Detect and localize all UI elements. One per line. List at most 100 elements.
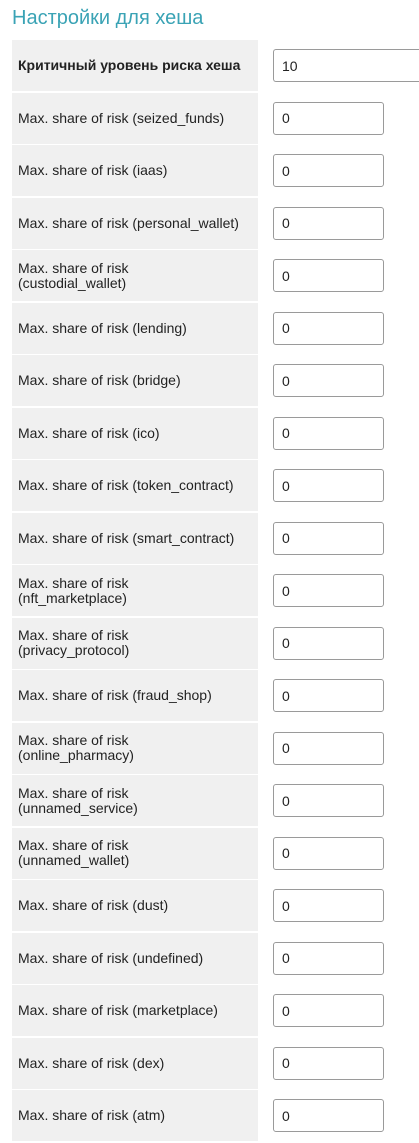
setting-label-text: Max. share of risk (bridge) bbox=[18, 373, 181, 388]
setting-label-line: Max. share of risk (atm) bbox=[18, 1107, 166, 1123]
setting-label: Max. share of risk (marketplace) bbox=[12, 985, 259, 1036]
setting-label-line: Критичный уровень риска хеша bbox=[18, 57, 241, 73]
setting-label-line: Max. share of risk (bridge) bbox=[18, 372, 181, 388]
setting-label-line: Max. share of risk (dust) bbox=[18, 897, 169, 913]
max-share-risk-input[interactable] bbox=[273, 626, 384, 660]
setting-value-cell bbox=[259, 1037, 419, 1089]
setting-label-text: Max. share of risk (unnamed_wallet) bbox=[18, 838, 129, 868]
settings-row: Max. share of risk (custodial_wallet) bbox=[12, 250, 419, 301]
setting-label: Max. share of risk (atm) bbox=[12, 1090, 259, 1141]
setting-label: Max. share of risk (nft_marketplace) bbox=[12, 565, 259, 616]
setting-label-text: Max. share of risk (smart_contract) bbox=[18, 529, 235, 546]
setting-label: Max. share of risk (undefined) bbox=[12, 932, 259, 984]
setting-label-text: Max. share of risk (atm) bbox=[18, 1108, 165, 1123]
setting-label: Max. share of risk (online_pharmacy) bbox=[12, 722, 259, 774]
max-share-risk-input[interactable] bbox=[273, 889, 384, 922]
setting-label-line: Max. share of risk (marketplace) bbox=[18, 1002, 218, 1018]
setting-label-line: Max. share of risk (lending) bbox=[18, 319, 187, 336]
setting-label: Max. share of risk (unnamed_wallet) bbox=[12, 827, 259, 879]
setting-label-line: Max. share of risk (smart_contract) bbox=[18, 529, 235, 546]
setting-label-line: Max. share of risk bbox=[18, 837, 129, 853]
setting-label-text: Max. share of risk (personal_wallet) bbox=[18, 214, 239, 231]
max-share-risk-input[interactable] bbox=[273, 731, 384, 765]
setting-label-text: Max. share of risk (marketplace) bbox=[18, 1003, 218, 1018]
setting-label-text: Max. share of risk (dex) bbox=[18, 1055, 164, 1071]
setting-label-line: Max. share of risk (fraud_shop) bbox=[18, 687, 212, 703]
setting-label-line: Max. share of risk (iaas) bbox=[18, 162, 168, 178]
max-share-risk-input[interactable] bbox=[273, 836, 384, 870]
setting-value-cell bbox=[259, 40, 419, 91]
max-share-risk-input[interactable] bbox=[273, 416, 384, 450]
setting-value-cell bbox=[259, 197, 419, 249]
setting-label-line: (nft_marketplace) bbox=[18, 589, 127, 606]
settings-row: Max. share of risk (bridge) bbox=[12, 355, 419, 406]
max-share-risk-input[interactable] bbox=[273, 574, 384, 607]
setting-label-line: Max. share of risk (personal_wallet) bbox=[18, 214, 239, 231]
setting-label-line: Max. share of risk bbox=[18, 259, 129, 276]
setting-value-cell bbox=[259, 617, 419, 669]
setting-value-cell bbox=[259, 92, 419, 144]
max-share-risk-input[interactable] bbox=[273, 311, 384, 345]
setting-label-line: Max. share of risk bbox=[18, 627, 129, 643]
max-share-risk-input[interactable] bbox=[273, 941, 384, 975]
max-share-risk-input[interactable] bbox=[273, 364, 384, 397]
settings-row: Max. share of risk (atm) bbox=[12, 1090, 419, 1141]
settings-row: Max. share of risk (seized_funds) bbox=[12, 92, 419, 144]
setting-value-cell bbox=[259, 145, 419, 196]
setting-label: Max. share of risk (privacy_protocol) bbox=[12, 617, 259, 669]
critical-risk-level-input[interactable] bbox=[273, 49, 419, 82]
setting-label-line: (unnamed_service) bbox=[18, 799, 138, 816]
setting-label-line: Max. share of risk bbox=[18, 732, 129, 748]
setting-label-line: Max. share of risk bbox=[18, 784, 129, 801]
setting-label-text: Max. share of risk (lending) bbox=[18, 319, 187, 336]
setting-value-cell bbox=[259, 932, 419, 984]
max-share-risk-input[interactable] bbox=[273, 994, 384, 1027]
max-share-risk-input[interactable] bbox=[273, 206, 384, 240]
setting-label-text: Max. share of risk (dust) bbox=[18, 898, 168, 913]
setting-label-line: Max. share of risk bbox=[18, 574, 129, 591]
max-share-risk-input[interactable] bbox=[273, 469, 384, 502]
setting-label-text: Max. share of risk (ico) bbox=[18, 425, 160, 441]
setting-label-text: Max. share of risk (custodial_wallet) bbox=[18, 259, 129, 291]
settings-row: Max. share of risk (online_pharmacy) bbox=[12, 722, 419, 774]
max-share-risk-input[interactable] bbox=[273, 259, 384, 292]
max-share-risk-input[interactable] bbox=[273, 101, 384, 135]
setting-value-cell bbox=[259, 827, 419, 879]
setting-value-cell bbox=[259, 775, 419, 826]
setting-value-cell bbox=[259, 722, 419, 774]
setting-label: Max. share of risk (bridge) bbox=[12, 355, 259, 406]
settings-row: Max. share of risk (privacy_protocol) bbox=[12, 617, 419, 669]
max-share-risk-input[interactable] bbox=[273, 1046, 384, 1080]
setting-value-cell bbox=[259, 460, 419, 511]
max-share-risk-input[interactable] bbox=[273, 154, 384, 187]
setting-label: Max. share of risk (personal_wallet) bbox=[12, 197, 259, 249]
setting-label: Max. share of risk (fraud_shop) bbox=[12, 670, 259, 721]
setting-value-cell bbox=[259, 407, 419, 459]
setting-value-cell bbox=[259, 985, 419, 1036]
setting-value-cell bbox=[259, 512, 419, 564]
setting-value-cell bbox=[259, 670, 419, 721]
settings-row: Критичный уровень риска хеша bbox=[12, 40, 419, 91]
setting-value-cell bbox=[259, 355, 419, 406]
max-share-risk-input[interactable] bbox=[273, 1099, 384, 1132]
setting-label-text: Max. share of risk (seized_funds) bbox=[18, 110, 224, 126]
max-share-risk-input[interactable] bbox=[273, 679, 384, 712]
setting-value-cell bbox=[259, 302, 419, 354]
setting-value-cell bbox=[259, 565, 419, 616]
setting-label-line: (unnamed_wallet) bbox=[18, 852, 130, 868]
settings-row: Max. share of risk (smart_contract) bbox=[12, 512, 419, 564]
setting-label-text: Max. share of risk (online_pharmacy) bbox=[18, 733, 134, 763]
settings-row: Max. share of risk (fraud_shop) bbox=[12, 670, 419, 721]
setting-label-line: (online_pharmacy) bbox=[18, 747, 134, 763]
setting-label: Max. share of risk (dex) bbox=[12, 1037, 259, 1089]
max-share-risk-input[interactable] bbox=[273, 784, 384, 817]
max-share-risk-input[interactable] bbox=[273, 521, 384, 555]
setting-label-text: Max. share of risk (fraud_shop) bbox=[18, 688, 212, 703]
setting-label-line: (custodial_wallet) bbox=[18, 274, 127, 291]
settings-row: Max. share of risk (lending) bbox=[12, 302, 419, 354]
setting-label-text: Max. share of risk (unnamed_service) bbox=[18, 784, 138, 816]
settings-row: Max. share of risk (undefined) bbox=[12, 932, 419, 984]
setting-label: Max. share of risk (unnamed_service) bbox=[12, 775, 259, 826]
setting-label: Max. share of risk (seized_funds) bbox=[12, 92, 259, 144]
setting-label-text: Max. share of risk (nft_marketplace) bbox=[18, 574, 129, 606]
